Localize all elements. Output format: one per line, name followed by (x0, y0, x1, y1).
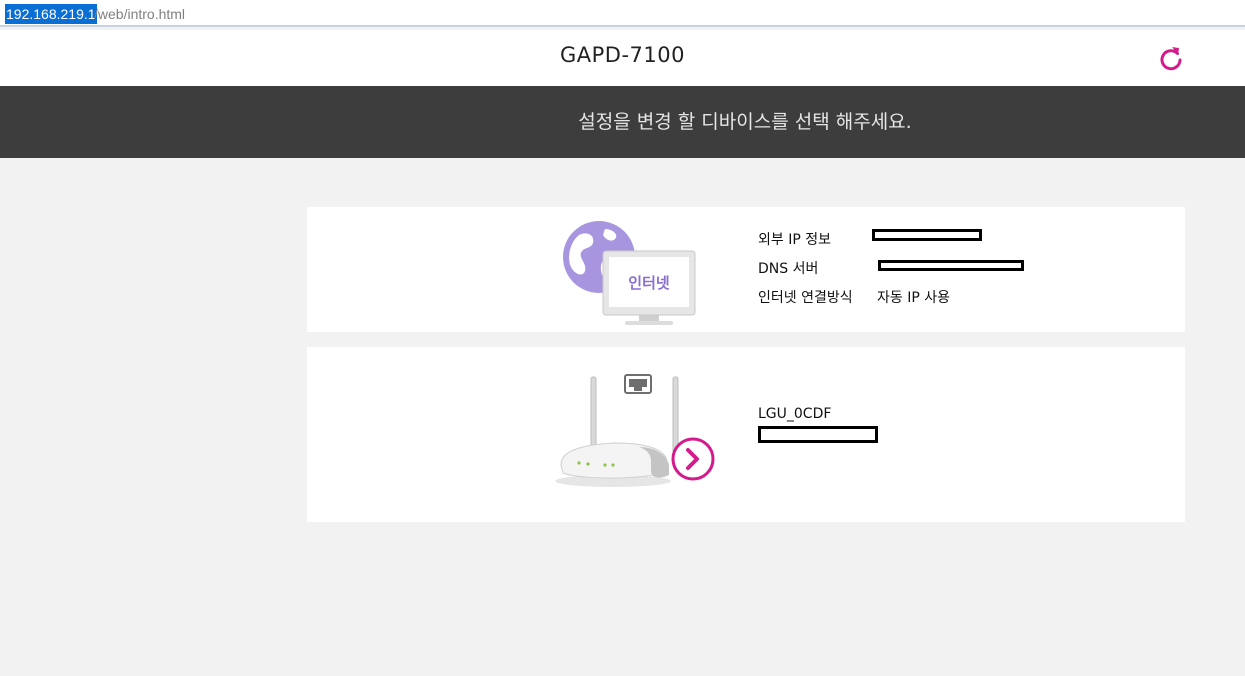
page-title: GAPD-7100 (560, 43, 685, 67)
monitor-label: 인터넷 (628, 274, 670, 292)
banner-text: 설정을 변경 할 디바이스를 선택 해주세요. (578, 111, 912, 133)
internet-illustration: 인터넷 (563, 221, 696, 325)
address-bar[interactable]: 192.168.219.1 /web/intro.html (0, 0, 1245, 27)
router-ssid: LGU_0CDF (758, 406, 832, 422)
router-illustration[interactable] (555, 371, 719, 487)
ethernet-port-icon (624, 374, 652, 394)
page-header: GAPD-7100 (0, 30, 1245, 86)
dns-label: DNS 서버 (758, 261, 819, 277)
router-info: LGU_0CDF (758, 406, 831, 422)
internet-card[interactable]: 인터넷 외부 IP 정보 DNS 서버 인터넷 연결방식 자동 IP 사용 (307, 207, 1185, 332)
connection-type-label: 인터넷 연결방식 (758, 290, 853, 306)
arrow-right-circle-icon (671, 437, 715, 481)
router-card[interactable]: LGU_0CDF (307, 347, 1185, 522)
connection-type-value: 자동 IP 사용 (877, 290, 950, 306)
router-detail-redacted (758, 426, 878, 443)
external-ip-label: 외부 IP 정보 (758, 232, 831, 248)
instruction-banner: 설정을 변경 할 디바이스를 선택 해주세요. (0, 86, 1245, 158)
external-ip-value-redacted (872, 229, 982, 241)
url-path[interactable]: /web/intro.html (94, 4, 185, 24)
router-icon (555, 376, 679, 487)
dns-value-redacted (878, 260, 1024, 271)
refresh-icon[interactable] (1157, 44, 1185, 72)
url-host[interactable]: 192.168.219.1 (5, 4, 97, 24)
